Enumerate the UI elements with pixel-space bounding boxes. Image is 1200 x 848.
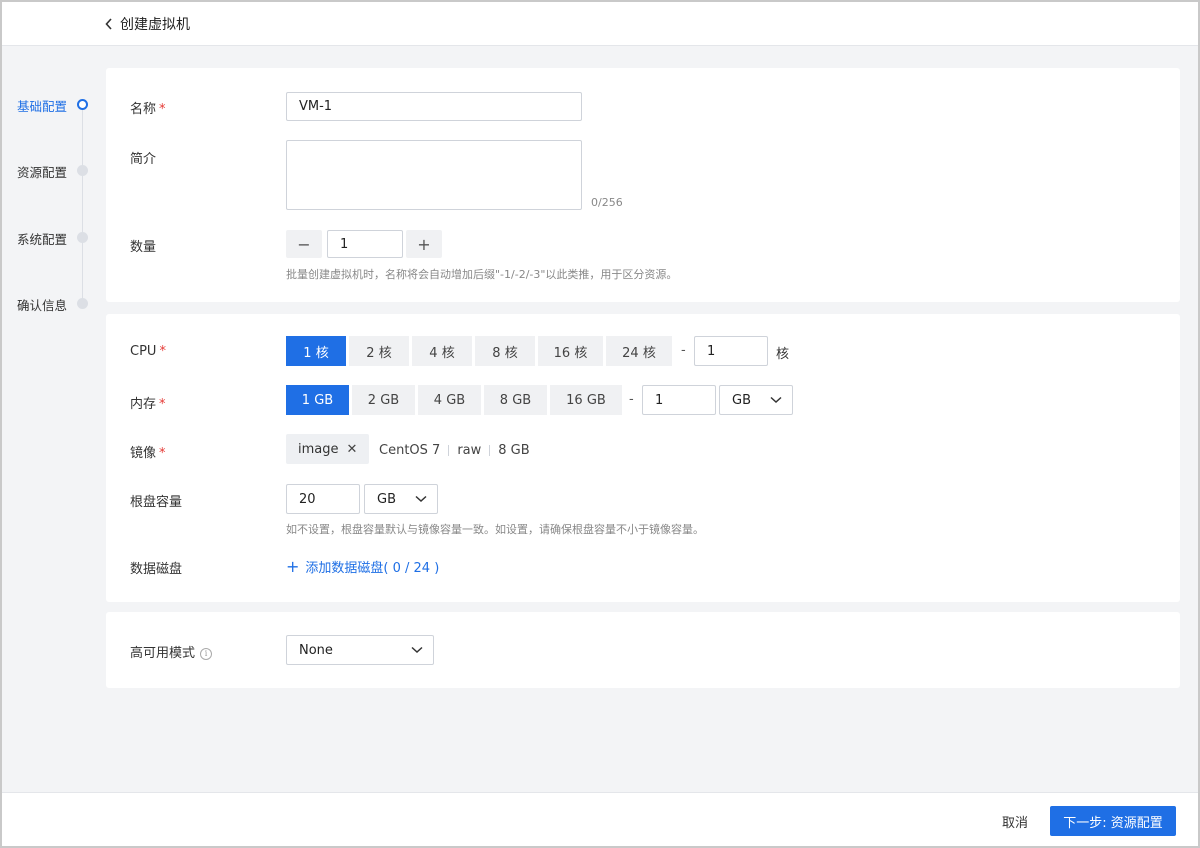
name-label: 名称 *: [130, 102, 166, 117]
app-window: 创建虚拟机 基础配置 资源配置 系统配置 确认信息 名称 * VM-1 简介 0…: [0, 0, 1200, 848]
step-dot: [77, 232, 88, 243]
cpu-option-8[interactable]: 8 核: [475, 336, 535, 366]
step-dot: [77, 165, 88, 176]
cpu-option-4[interactable]: 4 核: [412, 336, 472, 366]
datadisk-label: 数据磁盘: [130, 562, 183, 577]
step-basic[interactable]: 基础配置: [2, 94, 102, 114]
image-tag[interactable]: image ✕: [286, 434, 370, 464]
mem-option-1[interactable]: 1 GB: [286, 385, 349, 415]
step-confirm[interactable]: 确认信息: [2, 293, 102, 313]
step-label: 系统配置: [17, 232, 68, 247]
step-dot: [77, 99, 88, 110]
footer-bar: 取消 下一步: 资源配置: [2, 792, 1198, 846]
cpu-option-2[interactable]: 2 核: [349, 336, 409, 366]
step-resource[interactable]: 资源配置: [2, 160, 102, 180]
top-bar: 创建虚拟机: [2, 2, 1198, 46]
increment-button[interactable]: +: [406, 230, 442, 258]
rootdisk-unit-select[interactable]: GB: [364, 484, 438, 514]
desc-textarea[interactable]: [286, 140, 582, 210]
ha-mode-select[interactable]: None: [286, 635, 434, 665]
resource-card: CPU * 1 核 2 核 4 核 8 核 16 核 24 核 - 1 核 内存 *…: [106, 314, 1180, 602]
next-step-button[interactable]: 下一步: 资源配置: [1050, 806, 1176, 836]
close-icon[interactable]: ✕: [347, 442, 358, 457]
chevron-down-icon: [411, 646, 423, 654]
memory-label: 内存 *: [130, 397, 166, 412]
step-system[interactable]: 系统配置: [2, 227, 102, 247]
chevron-down-icon: [770, 396, 782, 404]
step-nav: 基础配置 资源配置 系统配置 确认信息: [2, 68, 102, 328]
count-hint: 批量创建虚拟机时，名称将会自动增加后缀"-1/-2/-3"以此类推，用于区分资源…: [286, 268, 678, 281]
info-icon[interactable]: i: [200, 647, 213, 660]
cancel-button[interactable]: 取消: [996, 808, 1034, 835]
page-title: 创建虚拟机: [120, 16, 190, 33]
step-dot: [77, 298, 88, 309]
mem-custom-input[interactable]: 1: [642, 385, 716, 415]
count-input[interactable]: 1: [327, 230, 403, 258]
decrement-button[interactable]: −: [286, 230, 322, 258]
chevron-left-icon[interactable]: [102, 17, 116, 31]
desc-counter: 0/256: [591, 196, 623, 209]
chevron-down-icon: [415, 495, 427, 503]
rootdisk-label: 根盘容量: [130, 495, 183, 510]
mem-option-8[interactable]: 8 GB: [484, 385, 547, 415]
name-input[interactable]: VM-1: [286, 92, 582, 121]
ha-card: 高可用模式 i None: [106, 612, 1180, 688]
cpu-custom-input[interactable]: 1: [694, 336, 768, 366]
image-tag-label: image: [298, 441, 339, 457]
mem-dash: -: [629, 392, 634, 407]
desc-label: 简介: [130, 152, 157, 167]
count-label: 数量: [130, 240, 157, 255]
cpu-option-1[interactable]: 1 核: [286, 336, 346, 366]
step-line: [82, 102, 83, 302]
plus-icon: +: [286, 556, 300, 576]
mem-option-16[interactable]: 16 GB: [550, 385, 622, 415]
rootdisk-input[interactable]: 20: [286, 484, 360, 514]
cpu-option-16[interactable]: 16 核: [538, 336, 603, 366]
basic-config-card: 名称 * VM-1 简介 0/256 数量 − 1 + 批量创建虚拟机时，名称将会…: [106, 68, 1180, 302]
ha-label: 高可用模式 i: [130, 642, 213, 661]
image-format: raw: [457, 443, 482, 458]
step-label: 资源配置: [17, 165, 68, 180]
image-label: 镜像 *: [130, 446, 166, 461]
image-size: 8 GB: [498, 443, 530, 458]
mem-option-4[interactable]: 4 GB: [418, 385, 481, 415]
step-label: 确认信息: [17, 298, 68, 313]
step-label: 基础配置: [17, 99, 68, 114]
add-datadisk-label: 添加数据磁盘( 0 / 24 ): [305, 561, 440, 576]
add-datadisk-link[interactable]: + 添加数据磁盘( 0 / 24 ): [286, 557, 439, 576]
cpu-unit: 核: [776, 347, 790, 362]
rootdisk-hint: 如不设置，根盘容量默认与镜像容量一致。如设置，请确保根盘容量不小于镜像容量。: [286, 523, 704, 536]
image-os: CentOS 7: [379, 443, 441, 458]
cpu-option-24[interactable]: 24 核: [606, 336, 672, 366]
image-meta: CentOS 7 raw 8 GB: [379, 443, 530, 458]
cpu-label: CPU *: [130, 344, 166, 359]
mem-unit-select[interactable]: GB: [719, 385, 793, 415]
mem-option-2[interactable]: 2 GB: [352, 385, 415, 415]
cpu-dash: -: [681, 343, 686, 358]
